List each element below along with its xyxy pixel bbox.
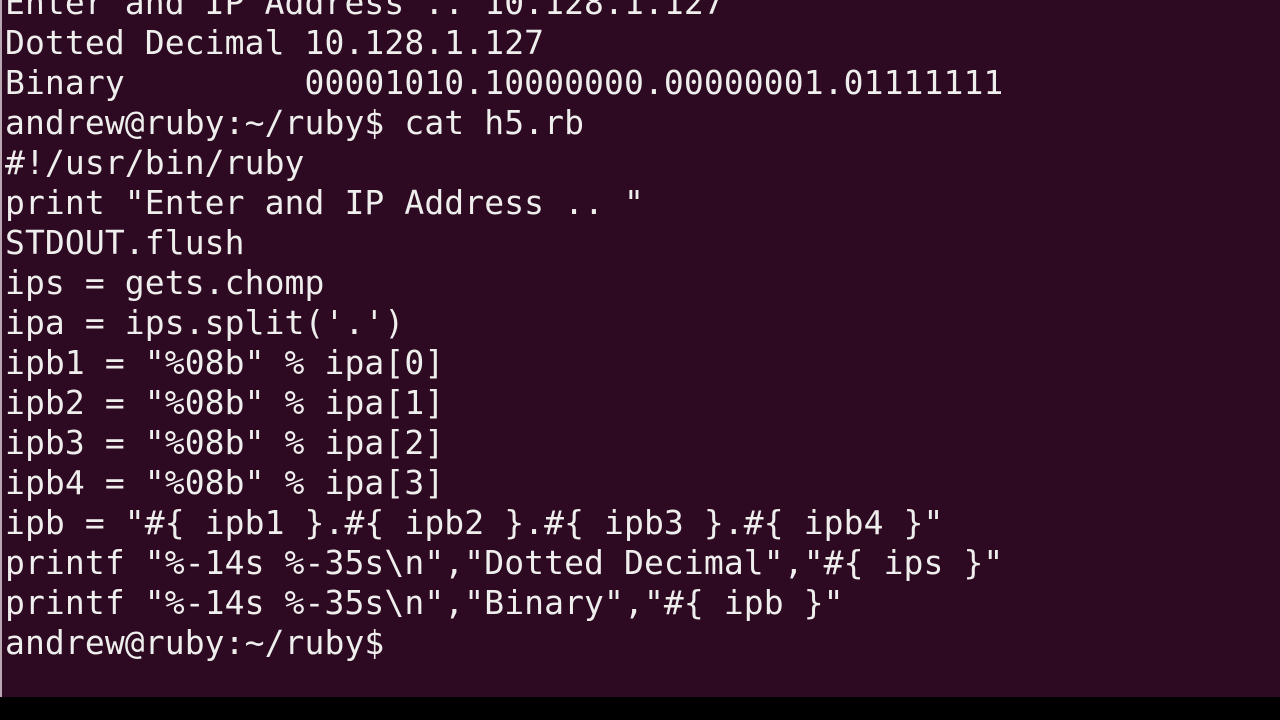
code-line: ips = gets.chomp — [5, 263, 325, 302]
code-line: ipb3 = "%08b" % ipa[2] — [5, 423, 445, 462]
bottom-black-bar — [0, 697, 1280, 720]
prompt-line: andrew@ruby:~/ruby$ cat h5.rb — [5, 103, 585, 142]
code-line: ipb4 = "%08b" % ipa[3] — [5, 463, 445, 502]
code-line: ipa = ips.split('.') — [5, 303, 405, 342]
code-line: ipb1 = "%08b" % ipa[0] — [5, 343, 445, 382]
output-line: Enter and IP Address .. 10.128.1.127 — [5, 0, 724, 22]
code-line: printf "%-14s %-35s\n","Binary","#{ ipb … — [5, 583, 844, 622]
code-line: STDOUT.flush — [5, 223, 245, 262]
code-line: ipb2 = "%08b" % ipa[1] — [5, 383, 445, 422]
code-line: #!/usr/bin/ruby — [5, 143, 305, 182]
command-prompt[interactable]: andrew@ruby:~/ruby$ — [5, 623, 1003, 663]
code-line: ipb = "#{ ipb1 }.#{ ipb2 }.#{ ipb3 }.#{ … — [5, 503, 944, 542]
terminal-window[interactable]: Enter and IP Address .. 10.128.1.127 Dot… — [0, 0, 1280, 697]
code-line: printf "%-14s %-35s\n","Dotted Decimal",… — [5, 543, 1004, 582]
terminal-output: Enter and IP Address .. 10.128.1.127 Dot… — [5, 0, 1003, 663]
code-line: print "Enter and IP Address .. " — [5, 183, 644, 222]
output-line: Dotted Decimal 10.128.1.127 — [5, 23, 545, 62]
output-line: Binary 00001010.10000000.00000001.011111… — [5, 63, 1004, 102]
